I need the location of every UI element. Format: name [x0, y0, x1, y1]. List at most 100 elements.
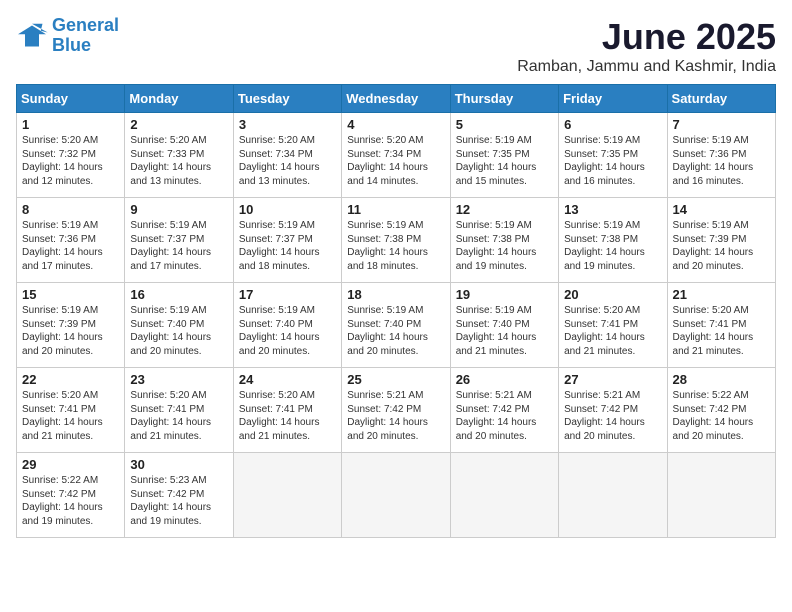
- title-area: June 2025 Ramban, Jammu and Kashmir, Ind…: [517, 16, 776, 76]
- location-title: Ramban, Jammu and Kashmir, India: [517, 58, 776, 76]
- day-number: 12: [456, 202, 553, 217]
- calendar-cell: [342, 453, 450, 538]
- cell-info: Sunrise: 5:20 AM Sunset: 7:41 PM Dayligh…: [22, 389, 119, 443]
- day-number: 29: [22, 457, 119, 472]
- cell-info: Sunrise: 5:20 AM Sunset: 7:41 PM Dayligh…: [130, 389, 227, 443]
- header-monday: Monday: [125, 85, 233, 113]
- cell-info: Sunrise: 5:21 AM Sunset: 7:42 PM Dayligh…: [564, 389, 661, 443]
- cell-info: Sunrise: 5:23 AM Sunset: 7:42 PM Dayligh…: [130, 474, 227, 528]
- day-number: 24: [239, 372, 336, 387]
- calendar-cell: [559, 453, 667, 538]
- cell-info: Sunrise: 5:19 AM Sunset: 7:36 PM Dayligh…: [673, 134, 770, 188]
- calendar-cell: 14 Sunrise: 5:19 AM Sunset: 7:39 PM Dayli…: [667, 198, 775, 283]
- calendar-cell: [667, 453, 775, 538]
- day-number: 20: [564, 287, 661, 302]
- day-number: 17: [239, 287, 336, 302]
- day-number: 6: [564, 117, 661, 132]
- day-number: 16: [130, 287, 227, 302]
- day-number: 7: [673, 117, 770, 132]
- day-number: 5: [456, 117, 553, 132]
- day-number: 4: [347, 117, 444, 132]
- calendar-cell: 26 Sunrise: 5:21 AM Sunset: 7:42 PM Dayli…: [450, 368, 558, 453]
- header-wednesday: Wednesday: [342, 85, 450, 113]
- cell-info: Sunrise: 5:19 AM Sunset: 7:37 PM Dayligh…: [130, 219, 227, 273]
- day-number: 18: [347, 287, 444, 302]
- cell-info: Sunrise: 5:19 AM Sunset: 7:40 PM Dayligh…: [130, 304, 227, 358]
- cell-info: Sunrise: 5:19 AM Sunset: 7:39 PM Dayligh…: [22, 304, 119, 358]
- cell-info: Sunrise: 5:19 AM Sunset: 7:38 PM Dayligh…: [564, 219, 661, 273]
- calendar-cell: 23 Sunrise: 5:20 AM Sunset: 7:41 PM Dayli…: [125, 368, 233, 453]
- cell-info: Sunrise: 5:20 AM Sunset: 7:41 PM Dayligh…: [564, 304, 661, 358]
- cell-info: Sunrise: 5:21 AM Sunset: 7:42 PM Dayligh…: [347, 389, 444, 443]
- cell-info: Sunrise: 5:20 AM Sunset: 7:41 PM Dayligh…: [239, 389, 336, 443]
- calendar-cell: 13 Sunrise: 5:19 AM Sunset: 7:38 PM Dayli…: [559, 198, 667, 283]
- day-number: 2: [130, 117, 227, 132]
- calendar-cell: 8 Sunrise: 5:19 AM Sunset: 7:36 PM Daylig…: [17, 198, 125, 283]
- day-number: 14: [673, 202, 770, 217]
- cell-info: Sunrise: 5:19 AM Sunset: 7:40 PM Dayligh…: [456, 304, 553, 358]
- calendar-cell: 19 Sunrise: 5:19 AM Sunset: 7:40 PM Dayli…: [450, 283, 558, 368]
- calendar-cell: 7 Sunrise: 5:19 AM Sunset: 7:36 PM Daylig…: [667, 113, 775, 198]
- logo-icon: [16, 22, 48, 50]
- calendar-cell: 11 Sunrise: 5:19 AM Sunset: 7:38 PM Dayli…: [342, 198, 450, 283]
- month-title: June 2025: [517, 16, 776, 58]
- calendar-cell: 15 Sunrise: 5:19 AM Sunset: 7:39 PM Dayli…: [17, 283, 125, 368]
- cell-info: Sunrise: 5:20 AM Sunset: 7:34 PM Dayligh…: [239, 134, 336, 188]
- calendar-cell: 18Sunrise: 5:19 AM Sunset: 7:40 PM Dayli…: [342, 283, 450, 368]
- calendar-cell: [233, 453, 341, 538]
- day-number: 10: [239, 202, 336, 217]
- cell-info: Sunrise: 5:21 AM Sunset: 7:42 PM Dayligh…: [456, 389, 553, 443]
- calendar-week-4: 22 Sunrise: 5:20 AM Sunset: 7:41 PM Dayli…: [17, 368, 776, 453]
- calendar-cell: 1 Sunrise: 5:20 AM Sunset: 7:32 PM Daylig…: [17, 113, 125, 198]
- header-friday: Friday: [559, 85, 667, 113]
- cell-info: Sunrise: 5:20 AM Sunset: 7:32 PM Dayligh…: [22, 134, 119, 188]
- day-number: 28: [673, 372, 770, 387]
- day-number: 8: [22, 202, 119, 217]
- calendar-week-2: 8 Sunrise: 5:19 AM Sunset: 7:36 PM Daylig…: [17, 198, 776, 283]
- calendar-cell: 16 Sunrise: 5:19 AM Sunset: 7:40 PM Dayli…: [125, 283, 233, 368]
- day-number: 15: [22, 287, 119, 302]
- header-tuesday: Tuesday: [233, 85, 341, 113]
- calendar-week-1: 1 Sunrise: 5:20 AM Sunset: 7:32 PM Daylig…: [17, 113, 776, 198]
- cell-info: Sunrise: 5:19 AM Sunset: 7:38 PM Dayligh…: [347, 219, 444, 273]
- calendar-cell: 28 Sunrise: 5:22 AM Sunset: 7:42 PM Dayli…: [667, 368, 775, 453]
- cell-info: Sunrise: 5:19 AM Sunset: 7:36 PM Dayligh…: [22, 219, 119, 273]
- logo: GeneralBlue: [16, 16, 119, 56]
- day-number: 23: [130, 372, 227, 387]
- calendar-cell: 20 Sunrise: 5:20 AM Sunset: 7:41 PM Dayli…: [559, 283, 667, 368]
- cell-info: Sunrise: 5:19 AM Sunset: 7:35 PM Dayligh…: [564, 134, 661, 188]
- calendar-cell: 4 Sunrise: 5:20 AM Sunset: 7:34 PM Daylig…: [342, 113, 450, 198]
- calendar-header-row: SundayMondayTuesdayWednesdayThursdayFrid…: [17, 85, 776, 113]
- day-number: 25: [347, 372, 444, 387]
- day-number: 21: [673, 287, 770, 302]
- day-number: 26: [456, 372, 553, 387]
- calendar-cell: 29Sunrise: 5:22 AM Sunset: 7:42 PM Dayli…: [17, 453, 125, 538]
- cell-info: Sunrise: 5:20 AM Sunset: 7:34 PM Dayligh…: [347, 134, 444, 188]
- day-number: 9: [130, 202, 227, 217]
- day-number: 22: [22, 372, 119, 387]
- calendar-cell: 5Sunrise: 5:19 AM Sunset: 7:35 PM Daylig…: [450, 113, 558, 198]
- calendar-cell: 17Sunrise: 5:19 AM Sunset: 7:40 PM Dayli…: [233, 283, 341, 368]
- calendar-week-5: 29Sunrise: 5:22 AM Sunset: 7:42 PM Dayli…: [17, 453, 776, 538]
- cell-info: Sunrise: 5:19 AM Sunset: 7:37 PM Dayligh…: [239, 219, 336, 273]
- calendar-week-3: 15 Sunrise: 5:19 AM Sunset: 7:39 PM Dayli…: [17, 283, 776, 368]
- calendar-cell: 27Sunrise: 5:21 AM Sunset: 7:42 PM Dayli…: [559, 368, 667, 453]
- day-number: 1: [22, 117, 119, 132]
- day-number: 11: [347, 202, 444, 217]
- day-number: 3: [239, 117, 336, 132]
- calendar-table: SundayMondayTuesdayWednesdayThursdayFrid…: [16, 84, 776, 538]
- calendar-cell: 6 Sunrise: 5:19 AM Sunset: 7:35 PM Daylig…: [559, 113, 667, 198]
- cell-info: Sunrise: 5:19 AM Sunset: 7:39 PM Dayligh…: [673, 219, 770, 273]
- logo-text: GeneralBlue: [52, 16, 119, 56]
- calendar-cell: 21 Sunrise: 5:20 AM Sunset: 7:41 PM Dayli…: [667, 283, 775, 368]
- cell-info: Sunrise: 5:20 AM Sunset: 7:41 PM Dayligh…: [673, 304, 770, 358]
- calendar-cell: 12Sunrise: 5:19 AM Sunset: 7:38 PM Dayli…: [450, 198, 558, 283]
- cell-info: Sunrise: 5:22 AM Sunset: 7:42 PM Dayligh…: [673, 389, 770, 443]
- cell-info: Sunrise: 5:20 AM Sunset: 7:33 PM Dayligh…: [130, 134, 227, 188]
- calendar-cell: 22 Sunrise: 5:20 AM Sunset: 7:41 PM Dayli…: [17, 368, 125, 453]
- header-saturday: Saturday: [667, 85, 775, 113]
- calendar-cell: 9 Sunrise: 5:19 AM Sunset: 7:37 PM Daylig…: [125, 198, 233, 283]
- day-number: 19: [456, 287, 553, 302]
- calendar-cell: 10 Sunrise: 5:19 AM Sunset: 7:37 PM Dayli…: [233, 198, 341, 283]
- day-number: 13: [564, 202, 661, 217]
